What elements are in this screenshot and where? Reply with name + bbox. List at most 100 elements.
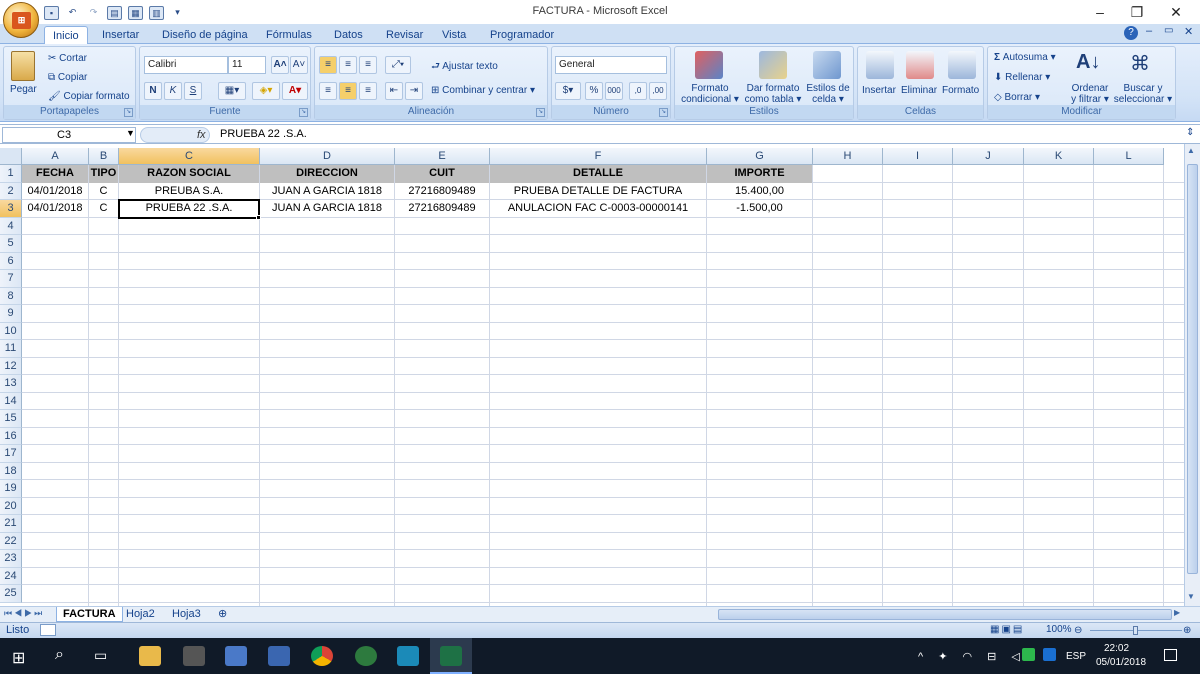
tray-app2-icon[interactable] <box>1043 648 1056 661</box>
font-color-icon[interactable]: A▾ <box>282 82 308 100</box>
launcher-icon[interactable]: ↘ <box>536 108 545 117</box>
column-header-a[interactable]: A <box>22 148 89 165</box>
number-format-select[interactable]: General <box>555 56 667 74</box>
minimize-button[interactable]: – <box>1082 2 1118 22</box>
borrar-button[interactable]: ◇ Borrar ▾ <box>994 92 1040 103</box>
align-middle-icon[interactable]: ≡ <box>339 56 357 74</box>
tab-programador[interactable]: Programador <box>482 26 562 44</box>
column-header-d[interactable]: D <box>260 148 395 165</box>
grow-font-icon[interactable]: A˄ <box>271 56 289 74</box>
form-icon[interactable]: ▥ <box>149 6 164 20</box>
header-cell[interactable]: FECHA <box>22 165 88 183</box>
scroll-up-icon[interactable]: ▲ <box>1187 146 1198 156</box>
fill-handle[interactable] <box>256 214 261 220</box>
data-cell[interactable]: 15.400,00 <box>707 183 812 201</box>
column-header-k[interactable]: K <box>1024 148 1094 165</box>
align-center-icon[interactable]: ≡ <box>339 82 357 100</box>
formato-button[interactable]: Formato <box>942 85 979 96</box>
row-header-16[interactable]: 16 <box>0 427 22 445</box>
camera-app-icon[interactable] <box>397 646 419 666</box>
copiar-button[interactable]: ⧉ Copiar <box>48 72 87 83</box>
row-header-20[interactable]: 20 <box>0 497 22 515</box>
row-header-12[interactable]: 12 <box>0 357 22 375</box>
print-icon[interactable]: ▦ <box>128 6 143 20</box>
spreadsheet-grid[interactable]: ABCDEFGHIJKL 1 2 3 4 5 6 7 8 9 10 11 12 13 14 15 16 17 18… <box>0 148 1184 606</box>
sheet-nav-icon[interactable]: ⏮◀▶⏭ <box>4 608 44 619</box>
delete-cells-icon[interactable] <box>906 51 934 79</box>
tray-icons[interactable]: ^ ✦ ◠ ⊟ ◁ <box>918 650 1026 663</box>
file-explorer-icon[interactable] <box>139 646 161 666</box>
remote-app-icon[interactable] <box>268 646 290 666</box>
name-box-dropdown-icon[interactable]: ▼ <box>126 128 135 138</box>
column-header-c[interactable]: C <box>119 148 260 165</box>
conditional-format-icon[interactable] <box>695 51 723 79</box>
calculator-icon[interactable] <box>183 646 205 666</box>
borders-icon[interactable]: ▦▾ <box>218 82 246 100</box>
decrease-decimal-icon[interactable]: ,00 <box>649 82 667 100</box>
copiar-formato-button[interactable]: 🖌 Copiar formato <box>48 91 130 102</box>
header-cell[interactable]: IMPORTE <box>707 165 812 183</box>
cell-styles-icon[interactable] <box>813 51 841 79</box>
zoom-slider-thumb[interactable] <box>1133 626 1138 635</box>
buscar-seleccionar-button[interactable]: Buscar y seleccionar ▾ <box>1112 83 1174 105</box>
row-header-15[interactable]: 15 <box>0 410 22 428</box>
data-cell[interactable]: 04/01/2018 <box>22 200 88 218</box>
row-header-11[interactable]: 11 <box>0 340 22 358</box>
clock-time[interactable]: 22:02 <box>1104 643 1129 654</box>
increase-indent-icon[interactable]: ⇥ <box>405 82 423 100</box>
cortar-button[interactable]: ✂ Cortar <box>48 53 87 64</box>
undo-icon[interactable]: ↶ <box>65 6 80 20</box>
header-cell[interactable]: RAZON SOCIAL <box>119 165 259 183</box>
network-app-icon[interactable] <box>225 646 247 666</box>
windows-start-icon[interactable]: ⊞ <box>12 648 25 668</box>
row-header-4[interactable]: 4 <box>0 217 22 235</box>
row-header-14[interactable]: 14 <box>0 392 22 410</box>
launcher-icon[interactable]: ↘ <box>659 108 668 117</box>
rellenar-button[interactable]: ⬇ Rellenar ▾ <box>994 72 1050 83</box>
view-buttons-icon[interactable]: ▦▣▤ <box>990 624 1024 635</box>
align-bottom-icon[interactable]: ≡ <box>359 56 377 74</box>
zoom-in-icon[interactable]: ⊕ <box>1183 625 1191 636</box>
workbook-close-icon[interactable]: ✕ <box>1184 25 1193 38</box>
row-header-22[interactable]: 22 <box>0 532 22 550</box>
currency-icon[interactable]: $▾ <box>555 82 581 100</box>
data-cell[interactable]: PREUBA S.A. <box>119 183 259 201</box>
align-right-icon[interactable]: ≡ <box>359 82 377 100</box>
combinar-centrar-button[interactable]: ⊞ Combinar y centrar ▾ <box>431 85 535 96</box>
autosuma-button[interactable]: Σ Autosuma ▾ <box>994 52 1056 63</box>
column-header-h[interactable]: H <box>813 148 883 165</box>
row-header-13[interactable]: 13 <box>0 375 22 393</box>
data-cell[interactable]: 27216809489 <box>395 200 489 218</box>
customize-qat-icon[interactable]: ▾ <box>170 6 185 20</box>
align-top-icon[interactable]: ≡ <box>319 56 337 74</box>
row-header-7[interactable]: 7 <box>0 270 22 288</box>
office-button[interactable]: ⊞ <box>3 2 39 38</box>
decrease-indent-icon[interactable]: ⇤ <box>385 82 403 100</box>
save-icon[interactable]: ▪ <box>44 6 59 20</box>
data-cell[interactable]: JUAN A GARCIA 1818 <box>260 200 394 218</box>
estilos-celda-button[interactable]: Estilos de celda ▾ <box>803 83 853 105</box>
expand-formula-icon[interactable]: ⇕ <box>1186 127 1194 138</box>
launcher-icon[interactable]: ↘ <box>124 108 133 117</box>
thousands-icon[interactable]: 000 <box>605 82 623 100</box>
help-icon[interactable]: ? <box>1124 26 1138 40</box>
row-header-17[interactable]: 17 <box>0 445 22 463</box>
row-header-24[interactable]: 24 <box>0 567 22 585</box>
formula-input[interactable]: PRUEBA 22 .S.A. <box>220 128 307 140</box>
row-header-3[interactable]: 3 <box>0 200 22 218</box>
pegar-button[interactable]: Pegar <box>10 84 37 95</box>
data-cell[interactable]: 04/01/2018 <box>22 183 88 201</box>
column-header-g[interactable]: G <box>707 148 813 165</box>
workbook-restore-icon[interactable]: ▭ <box>1164 25 1173 36</box>
chrome-icon[interactable] <box>311 646 333 666</box>
header-cell[interactable]: DIRECCION <box>260 165 394 183</box>
column-header-i[interactable]: I <box>883 148 953 165</box>
sheet-tab-hoja3[interactable]: Hoja3 <box>166 607 207 622</box>
insert-function-button[interactable]: fx <box>140 127 210 143</box>
redo-icon[interactable]: ↷ <box>86 6 101 20</box>
eliminar-button[interactable]: Eliminar <box>901 85 937 96</box>
row-header-10[interactable]: 10 <box>0 322 22 340</box>
tab-formulas[interactable]: Fórmulas <box>258 26 320 44</box>
column-header-f[interactable]: F <box>490 148 707 165</box>
font-name-select[interactable]: Calibri <box>144 56 228 74</box>
